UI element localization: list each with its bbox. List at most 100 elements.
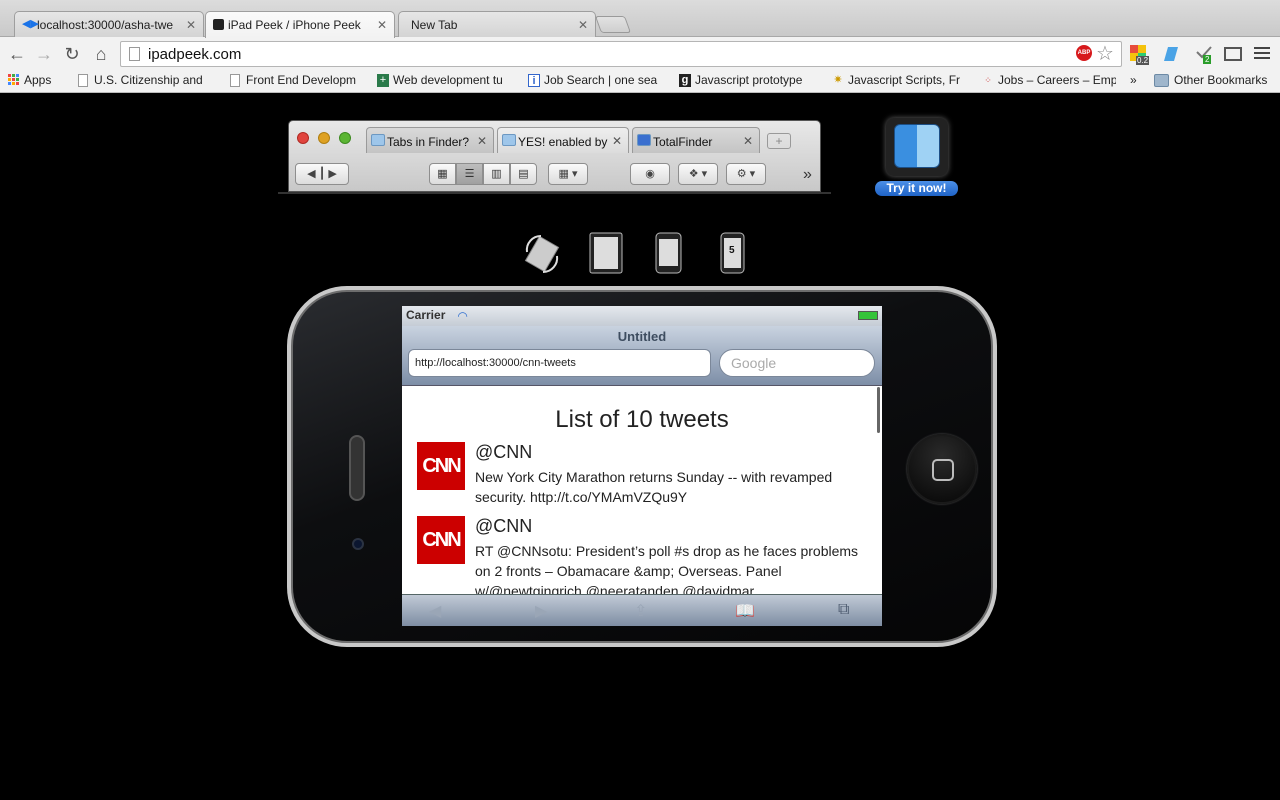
- phone-icon: [213, 19, 224, 30]
- reload-button[interactable]: ↻: [61, 43, 83, 65]
- cast-icon[interactable]: [1222, 43, 1244, 65]
- blue-arrows-icon: ◀▶: [22, 18, 39, 30]
- pen-extension-icon[interactable]: [1160, 43, 1182, 65]
- bookmark-other[interactable]: Other Bookmarks: [1154, 73, 1276, 87]
- bookmark-label: Web development tu: [393, 73, 503, 87]
- folder-icon: [1154, 74, 1169, 87]
- tab-strip: ◀▶ localhost:30000/asha-twe ✕ iPad Peek …: [0, 0, 1280, 38]
- finder-preview-window: Tabs in Finder? ✕ YES! enabled by ✕ Tota…: [288, 120, 821, 192]
- bookmark-label: Apps: [24, 73, 52, 87]
- wifi-icon: ◠: [458, 309, 468, 323]
- bookmark-job-search[interactable]: i Job Search | one sea: [528, 73, 662, 87]
- bookmark-citizenship[interactable]: U.S. Citizenship and: [78, 73, 212, 87]
- tweet-handle: @CNN: [475, 516, 533, 536]
- tweet-item[interactable]: CNN @CNN RT @CNNsotu: President’s poll #…: [417, 516, 867, 595]
- adblock-icon[interactable]: ABP: [1076, 45, 1092, 61]
- iphone-5-device-icon[interactable]: 5: [720, 232, 746, 274]
- address-bar[interactable]: ipadpeek.com: [120, 41, 1122, 67]
- ipad-device-icon[interactable]: [589, 232, 623, 274]
- apps-grid-icon: [8, 74, 20, 87]
- bookmark-js-prototype[interactable]: g Javascript prototype: [679, 73, 813, 87]
- zoom-traffic-light-icon[interactable]: [339, 132, 351, 144]
- bookmark-label: »: [1130, 73, 1137, 87]
- safari-bottom-toolbar: ◀ ▶ ⇪ 📖 ⧉: [402, 594, 882, 626]
- bookmark-web-dev[interactable]: + Web development tu: [377, 73, 511, 87]
- folder-icon: [502, 134, 516, 146]
- coverflow-view-button[interactable]: ▤: [510, 163, 537, 185]
- try-it-now-button[interactable]: Try it now!: [875, 181, 958, 196]
- page-icon: [78, 74, 88, 87]
- new-tab-button[interactable]: [594, 16, 632, 33]
- back-button[interactable]: ←: [6, 43, 28, 65]
- tab-title: New Tab: [411, 18, 458, 32]
- finder-new-tab-button[interactable]: +: [767, 133, 791, 149]
- info-icon: i: [528, 74, 540, 87]
- tweet-handle: @CNN: [475, 442, 533, 462]
- safari-url-field[interactable]: http://localhost:30000/cnn-tweets: [408, 349, 711, 377]
- share-icon[interactable]: ⇪: [634, 601, 647, 621]
- camera-lens: [352, 538, 364, 550]
- tab-new-tab[interactable]: New Tab ✕: [398, 11, 596, 37]
- finder-app-icon[interactable]: [886, 118, 948, 176]
- list-view-button[interactable]: ☰: [456, 163, 483, 185]
- tab-title: iPad Peek / iPhone Peek: [228, 18, 361, 32]
- minimize-traffic-light-icon[interactable]: [318, 132, 330, 144]
- app-icon: [637, 134, 651, 146]
- bookmark-star-icon[interactable]: ☆: [1096, 41, 1114, 66]
- bookmark-label: Javascript Scripts, Fr: [848, 73, 961, 87]
- tab-ipadpeek[interactable]: iPad Peek / iPhone Peek ✕: [205, 11, 395, 38]
- close-icon[interactable]: ✕: [743, 134, 753, 148]
- finder-tab[interactable]: TotalFinder ✕: [632, 127, 760, 153]
- gear-icon[interactable]: ⚙ ▾: [726, 163, 766, 185]
- chrome-menu-icon[interactable]: [1254, 44, 1270, 60]
- close-traffic-light-icon[interactable]: [297, 132, 309, 144]
- color-grid-extension-icon[interactable]: 0.2: [1128, 43, 1150, 65]
- finder-tab[interactable]: Tabs in Finder? ✕: [366, 127, 494, 153]
- finder-tab-label: YES! enabled by: [518, 135, 608, 149]
- finder-back-forward-button[interactable]: ◀ ┃ ▶: [295, 163, 349, 185]
- tab-title: localhost:30000/asha-twe: [37, 18, 174, 32]
- forward-arrow-icon[interactable]: ▶: [535, 601, 547, 621]
- rotate-device-icon[interactable]: [523, 232, 560, 274]
- home-button[interactable]: [907, 434, 977, 504]
- close-icon[interactable]: ✕: [186, 18, 196, 32]
- back-arrow-icon[interactable]: ◀: [429, 601, 441, 621]
- bookmark-front-end[interactable]: Front End Developm: [230, 73, 362, 87]
- close-icon[interactable]: ✕: [578, 18, 588, 32]
- page-content: Tabs in Finder? ✕ YES! enabled by ✕ Tota…: [0, 94, 1280, 800]
- dots-icon: ⁘: [984, 75, 992, 85]
- close-icon[interactable]: ✕: [377, 18, 387, 32]
- bookmark-label: Other Bookmarks: [1174, 73, 1268, 87]
- bookmark-apps[interactable]: Apps: [8, 73, 68, 87]
- column-view-button[interactable]: ▥: [483, 163, 510, 185]
- safari-search-field[interactable]: Google: [719, 349, 875, 377]
- folder-icon: [371, 134, 385, 146]
- finder-tab-label: Tabs in Finder?: [387, 135, 470, 149]
- page-icon: [129, 47, 140, 61]
- bookmarks-overflow-button[interactable]: »: [1130, 73, 1144, 87]
- iphone-device-icon[interactable]: [655, 232, 689, 274]
- close-icon[interactable]: ✕: [477, 134, 487, 148]
- close-icon[interactable]: ✕: [612, 134, 622, 148]
- bookmark-label: Job Search | one sea: [544, 73, 658, 87]
- dropbox-icon[interactable]: ❖ ▾: [678, 163, 718, 185]
- icon-view-button[interactable]: ▦: [429, 163, 456, 185]
- home-button[interactable]: ⌂: [90, 43, 112, 65]
- bookmarks-book-icon[interactable]: 📖: [735, 601, 755, 621]
- tweet-item[interactable]: CNN @CNN New York City Marathon returns …: [417, 442, 867, 516]
- tab-localhost[interactable]: ◀▶ localhost:30000/asha-twe ✕: [14, 11, 204, 37]
- cnn-logo: CNN: [417, 442, 465, 490]
- tweet-text: RT @CNNsotu: President’s poll #s drop as…: [475, 543, 859, 595]
- forward-button[interactable]: →: [33, 43, 55, 65]
- bookmark-js-scripts[interactable]: ✷ Javascript Scripts, Fr: [832, 73, 966, 87]
- quick-look-eye-icon[interactable]: ◉: [630, 163, 670, 185]
- arrange-button[interactable]: ▦ ▾: [548, 163, 588, 185]
- speaker-grille: [349, 435, 365, 501]
- bookmark-jobs-careers[interactable]: ⁘ Jobs – Careers – Emp: [982, 73, 1116, 87]
- finder-tab[interactable]: YES! enabled by ✕: [497, 127, 629, 153]
- pages-icon[interactable]: ⧉: [838, 601, 849, 619]
- overflow-chevron-icon[interactable]: »: [803, 166, 812, 184]
- iphone-screen: Carrier ◠ Untitled http://localhost:3000…: [402, 306, 882, 626]
- finder-shadow: [278, 192, 831, 194]
- checkmark-extension-icon[interactable]: 2: [1193, 43, 1215, 65]
